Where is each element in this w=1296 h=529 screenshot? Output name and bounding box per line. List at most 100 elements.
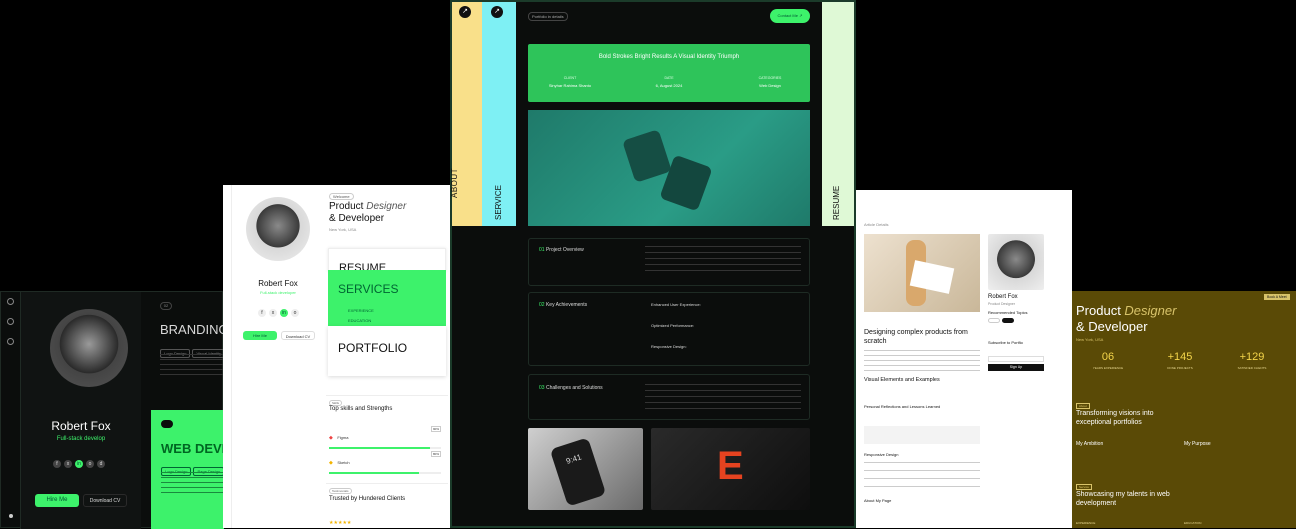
phone-image: 9:41: [528, 428, 643, 510]
foot-label: EDUCATION: [1184, 521, 1202, 525]
topic-chip[interactable]: [988, 318, 1000, 323]
skill-pct: 90%: [430, 426, 441, 432]
expand-icon[interactable]: ↗: [459, 6, 471, 18]
skills-section: Skills Top skills and Strengths ◆ Figma …: [326, 395, 448, 475]
tab-label: SERVICE: [494, 185, 503, 220]
title-part: Product: [1076, 303, 1125, 318]
skill-bar: [329, 447, 441, 449]
x-icon[interactable]: x: [269, 309, 277, 317]
profile-name: Robert Fox: [988, 294, 1018, 300]
signup-button[interactable]: Sign Up: [988, 364, 1044, 371]
hero-title: Product Designer & Developer: [1076, 303, 1176, 335]
topic-chip[interactable]: [1002, 318, 1014, 323]
card-badge: [161, 420, 173, 428]
dribbble-icon[interactable]: d: [97, 460, 105, 468]
x-icon[interactable]: x: [64, 460, 72, 468]
skill-pct: 80%: [430, 451, 441, 457]
section-num: 01: [539, 247, 545, 253]
about-heading: Transforming visions into exceptional po…: [1076, 410, 1154, 426]
branding-desc: [160, 354, 224, 376]
web-desc: [161, 472, 224, 494]
panel-dark-portfolio: Robert Fox Full-stack develop f x in o d Hir…: [0, 291, 224, 529]
grid-icon[interactable]: [7, 338, 14, 345]
email-field[interactable]: [988, 356, 1044, 362]
overview-section: 01 Project Overview: [528, 238, 810, 286]
globe-icon[interactable]: o: [291, 309, 299, 317]
achievements-section: 02 Key Achievements Enhanced User Experi…: [528, 292, 810, 366]
left-rail: [1, 292, 21, 529]
topics-title: Recommended Topics: [988, 310, 1028, 315]
profile-card: Robert Fox Full-stack develop f x in o d Hir…: [21, 292, 141, 529]
globe-icon[interactable]: o: [86, 460, 94, 468]
download-cv-button[interactable]: Download CV: [83, 494, 127, 507]
social-row: f x in o d: [53, 452, 113, 470]
sidebar-card: Robert Fox Product Designer Recommended …: [988, 234, 1050, 394]
skill-name: Sketch: [337, 460, 350, 465]
purpose-title: My Purpose: [1184, 441, 1211, 447]
side-counter: 02: [160, 302, 172, 310]
facebook-icon[interactable]: f: [53, 460, 61, 468]
download-cv-button[interactable]: Download CV: [281, 331, 315, 340]
link-icon[interactable]: in: [75, 460, 83, 468]
hire-button[interactable]: Hire Me: [243, 331, 277, 340]
branding-heading: BRANDING: [160, 322, 224, 337]
tab-resume[interactable]: RESUME: [822, 2, 854, 226]
meta-value: Sinyhar Rahima Shanto: [548, 83, 592, 88]
social-row: f x in o: [258, 301, 318, 319]
stat-value: +129: [1239, 351, 1265, 363]
figma-icon: ◆: [329, 435, 333, 441]
jar-left: [622, 129, 672, 183]
section-title: 01 Project Overview: [539, 247, 584, 253]
web-dev-card: WEB DEVE Logo DesignPage Design: [151, 410, 224, 529]
intro-text: [864, 350, 980, 372]
profile-role: Full-stack developer: [260, 290, 296, 295]
services-sub: EXPERIENCE: [348, 308, 374, 313]
subscribe-title: Subscribe to Portfio: [988, 340, 1023, 345]
facebook-icon[interactable]: f: [258, 309, 266, 317]
avatar: [246, 197, 310, 261]
tab-label: ABOUT: [450, 167, 459, 198]
hire-button[interactable]: Hire Me: [35, 494, 79, 507]
profile-card: Robert Fox Full-stack developer f x in o Hi…: [233, 185, 323, 345]
user-icon[interactable]: [7, 318, 14, 325]
link-icon[interactable]: in: [280, 309, 288, 317]
sketch-icon: ◆: [329, 460, 333, 466]
resume-card[interactable]: RESUME: [328, 248, 446, 274]
home-icon[interactable]: [7, 298, 14, 305]
clients-title: Trusted by Hundered Clients: [329, 496, 406, 502]
phone: 9:41: [549, 437, 607, 507]
hero-title: Bold Strokes Bright Results A Visual Ide…: [598, 54, 740, 60]
meta-date: DATE 6, August 2024: [643, 76, 695, 88]
stat-value: +145: [1167, 351, 1193, 363]
bullet-list: [864, 462, 980, 492]
meta-label: CLIENT: [563, 76, 577, 80]
stat-label: SATISFIED CLIENTS: [1237, 366, 1267, 370]
achievement-item: Optimized Performance:: [651, 323, 695, 328]
skill-row: ◆ Figma 90%: [329, 426, 441, 449]
contact-button[interactable]: Contact Me ↗: [770, 9, 810, 23]
services-card[interactable]: SERVICES EXPERIENCE EDUCATION: [328, 270, 446, 326]
article-image: [864, 234, 980, 312]
product-image: [528, 110, 810, 226]
avatar: [988, 234, 1044, 290]
phone-time: 9:41: [565, 452, 583, 466]
expand-icon[interactable]: ↗: [491, 6, 503, 18]
panel-light-portfolio: Robert Fox Full-stack developer f x in o Hi…: [223, 185, 450, 528]
location: New York, USA: [329, 227, 357, 232]
portfolio-card[interactable]: PORTFOLIO: [328, 326, 446, 376]
book-button[interactable]: Book A Meet: [1264, 294, 1290, 300]
achievement-item: Enhanced User Experience:: [651, 302, 701, 307]
article-title: Designing complex products from scratch: [864, 329, 968, 345]
hero-title: Product Designer & Developer: [329, 201, 406, 225]
heading-visual: Visual Elements and Examples: [864, 377, 940, 383]
tab-about[interactable]: ↗ ABOUT: [450, 2, 482, 226]
welcome-tag: Welcome: [329, 193, 354, 200]
tab-label: RESUME: [832, 185, 841, 220]
tab-service[interactable]: ↗ SERVICE: [482, 2, 516, 226]
web-dev-heading: WEB DEVE: [161, 441, 224, 456]
stat: +145 DONE PROJECTS: [1148, 351, 1212, 379]
profile-name: Robert Fox: [51, 419, 111, 433]
stat: 06 YEARS EXPERIENCE: [1076, 351, 1140, 379]
section-num: 02: [539, 302, 545, 308]
challenges-section: 03 Challenges and Solutions: [528, 374, 810, 420]
